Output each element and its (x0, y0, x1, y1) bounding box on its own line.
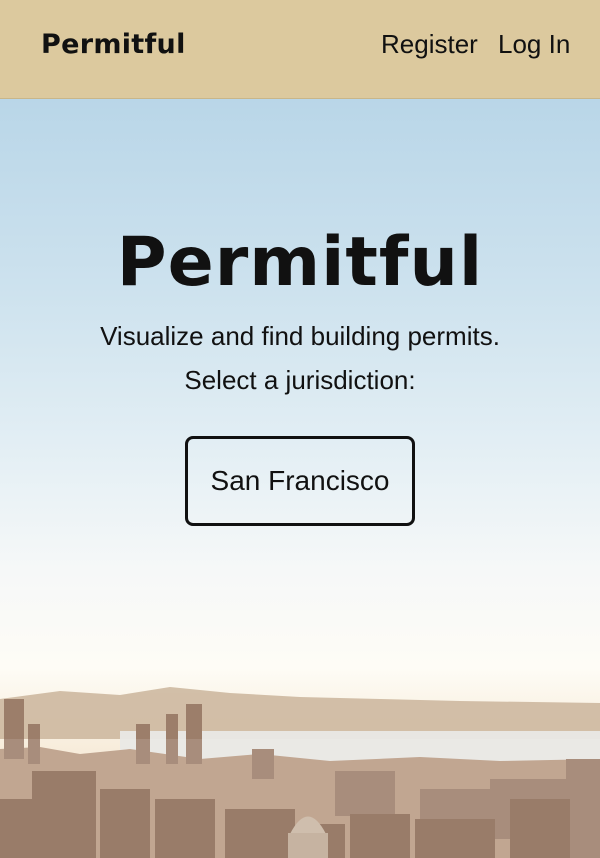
top-navbar: Permitful Register Log In (0, 0, 600, 99)
brand-logo-link[interactable]: Permitful (41, 29, 186, 60)
san-francisco-button[interactable]: San Francisco (185, 436, 415, 526)
hero-subtitle: Visualize and find building permits. (100, 321, 500, 351)
register-link[interactable]: Register (381, 29, 478, 60)
hero-section: Permitful Visualize and find building pe… (0, 99, 600, 858)
jurisdiction-prompt: Select a jurisdiction: (184, 365, 416, 395)
hero-title: Permitful (116, 223, 484, 302)
login-link[interactable]: Log In (498, 29, 570, 60)
